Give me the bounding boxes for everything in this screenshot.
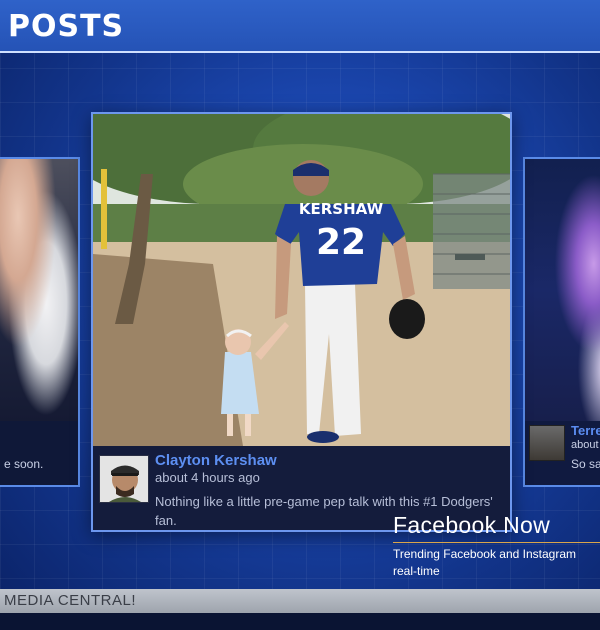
post-time: about bbox=[571, 439, 599, 451]
post-card-featured[interactable]: KERSHAW 22 Clayton Kershaw about 4 hours… bbox=[91, 112, 512, 532]
promo-subtitle-line: Trending Facebook and Instagram bbox=[393, 547, 576, 561]
promo-divider bbox=[393, 542, 600, 543]
post-author[interactable]: Clayton Kershaw bbox=[155, 452, 277, 469]
post-card-previous[interactable]: e soon. bbox=[0, 157, 80, 487]
avatar[interactable] bbox=[99, 455, 149, 503]
news-ticker: MEDIA CENTRAL! bbox=[0, 589, 600, 613]
page-title: POSTS bbox=[8, 9, 125, 44]
post-author: Terre bbox=[571, 423, 600, 438]
jersey-name: KERSHAW bbox=[299, 200, 384, 218]
post-time: about 4 hours ago bbox=[155, 470, 260, 485]
post-photo bbox=[0, 159, 78, 421]
post-card-next[interactable]: Terre about So sad bbox=[523, 157, 600, 487]
jersey-number: 22 bbox=[316, 222, 366, 263]
ticker-text: MEDIA CENTRAL! bbox=[4, 592, 137, 609]
promo-subtitle-line: real-time bbox=[393, 564, 440, 578]
post-photo bbox=[525, 159, 600, 421]
post-photo: KERSHAW 22 bbox=[93, 114, 510, 446]
header-bar: POSTS bbox=[0, 0, 600, 53]
post-text: e soon. bbox=[4, 457, 44, 471]
broadcast-stage: POSTS e soon. Terre about So sad bbox=[0, 0, 600, 630]
post-text: So sad bbox=[571, 457, 600, 471]
promo-title: Facebook Now bbox=[393, 512, 551, 538]
photo-illustration: KERSHAW 22 bbox=[93, 114, 510, 446]
avatar bbox=[529, 425, 565, 461]
promo-subtitle: Trending Facebook and Instagram real-tim… bbox=[393, 546, 600, 580]
bottom-bar bbox=[0, 613, 600, 630]
